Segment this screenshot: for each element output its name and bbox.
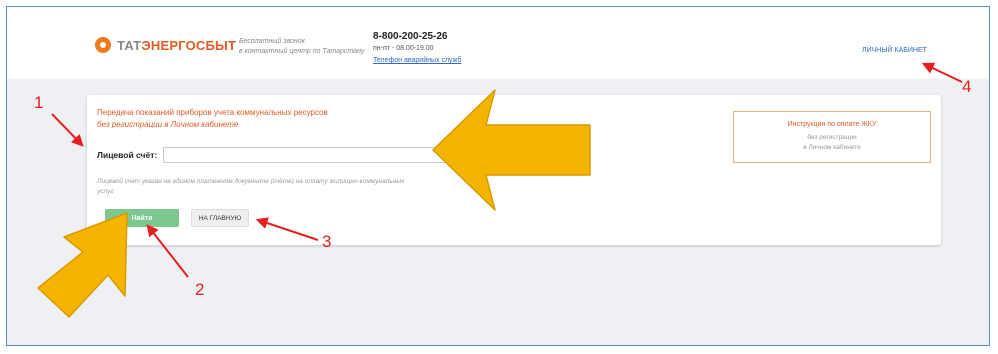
instruction-subtitle: без регистрации в Личном кабинете [734,133,930,153]
instruction-line2: в Личном кабинете [803,144,861,151]
logo-text-part2: ЭНЕРГОСБЫТ [141,37,237,53]
home-button[interactable]: на главную [191,209,249,227]
callout-label-1: 1 [34,93,44,112]
callout-label-4: 4 [962,77,972,96]
logo-mark-icon [95,37,111,53]
meter-readings-card: Передача показаний приборов учета коммун… [87,95,941,245]
personal-account-link[interactable]: личный кабинет [862,47,927,54]
browser-frame: ТАТЭНЕРГОСБЫТ Бесплатный звонок в контак… [6,6,990,346]
callout-label-2: 2 [195,280,205,299]
find-button[interactable]: Найти [105,209,179,227]
logo-text-part1: ТАТ [117,37,142,53]
form-title-line2: без регистрации в Личном кабинете [97,120,239,129]
hotline-line1: Бесплатный звонок [239,38,305,45]
site-header: ТАТЭНЕРГОСБЫТ Бесплатный звонок в контак… [7,7,989,79]
payment-instruction-box[interactable]: Инструкция по оплате ЖКУ без регистрации… [733,111,931,163]
account-field-row: Лицевой счёт: [97,147,454,163]
callout-label-3: 3 [322,232,332,251]
account-hint: Лицевой счет указан на едином платежном … [97,177,477,197]
logo[interactable]: ТАТЭНЕРГОСБЫТ [95,37,236,53]
form-title: Передача показаний приборов учета коммун… [97,107,328,131]
account-number-input[interactable] [163,147,454,163]
account-label: Лицевой счёт: [97,150,158,160]
emergency-services-link[interactable]: Телефон аварийных служб [373,57,461,64]
working-hours: пн-пт - 08.00-19.00 [373,45,434,52]
contact-block: 8-800-200-25-26 пн-пт - 08.00-19.00 Теле… [373,31,461,64]
form-title-line1: Передача показаний приборов учета коммун… [97,108,328,117]
account-hint-line1: Лицевой счет указан на едином платежном … [97,178,405,185]
instruction-title: Инструкция по оплате ЖКУ [787,121,877,128]
phone-number: 8-800-200-25-26 [373,31,448,42]
account-hint-line2: услуг [97,188,114,195]
logo-text: ТАТЭНЕРГОСБЫТ [117,38,236,53]
instruction-line1: без регистрации [807,134,857,141]
hotline-line2: в контактный центр по Татарстану [239,48,365,55]
hotline-info: Бесплатный звонок в контактный центр по … [239,37,364,57]
